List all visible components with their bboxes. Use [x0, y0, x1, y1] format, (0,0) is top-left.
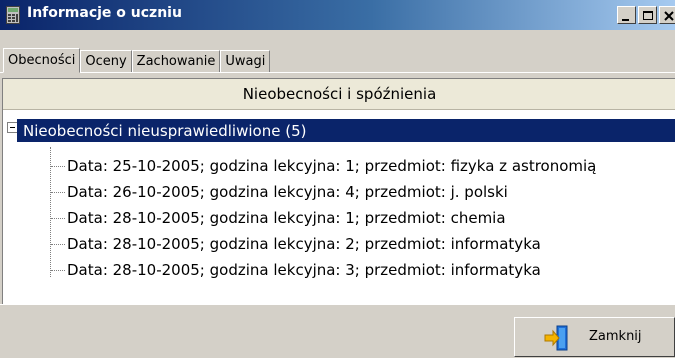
window-controls	[617, 6, 675, 24]
tree-item-label: Data: 25-10-2005; godzina lekcyjna: 1; p…	[67, 157, 597, 175]
tab-panel-border	[0, 72, 675, 73]
close-icon	[664, 11, 674, 21]
close-button-label: Zamknij	[589, 329, 642, 344]
tree-item[interactable]: Data: 28-10-2005; godzina lekcyjna: 2; p…	[51, 233, 541, 255]
tree-item-label: Data: 26-10-2005; godzina lekcyjna: 4; p…	[67, 183, 508, 201]
tree-item-label: Data: 28-10-2005; godzina lekcyjna: 1; p…	[67, 209, 506, 227]
tree-item-label: Data: 28-10-2005; godzina lekcyjna: 2; p…	[67, 235, 541, 253]
calculator-icon	[6, 6, 20, 24]
tree-item[interactable]: Data: 28-10-2005; godzina lekcyjna: 1; p…	[51, 207, 506, 229]
tab-obecnosci[interactable]: Obecności	[3, 48, 81, 73]
minimize-button[interactable]	[617, 6, 636, 24]
tab-oceny[interactable]: Oceny	[80, 50, 132, 72]
tab-uwagi[interactable]: Uwagi	[220, 50, 271, 72]
exit-door-icon	[543, 325, 573, 355]
tree-item[interactable]: Data: 26-10-2005; godzina lekcyjna: 4; p…	[51, 181, 508, 203]
tree-root-label: Nieobecności nieusprawiedliwione (5)	[23, 122, 307, 140]
footer-bar: Zamknij	[0, 304, 675, 358]
close-button[interactable]: Zamknij	[514, 317, 675, 357]
window-title: Informacje o uczniu	[27, 5, 182, 21]
tree-root-node[interactable]: Nieobecności nieusprawiedliwione (5)	[17, 119, 675, 142]
title-bar[interactable]: Informacje o uczniu	[0, 0, 675, 30]
close-window-button[interactable]	[659, 6, 675, 24]
tab-zachowanie[interactable]: Zachowanie	[131, 50, 221, 72]
tree-item[interactable]: Data: 28-10-2005; godzina lekcyjna: 3; p…	[51, 259, 541, 281]
tree-item-label: Data: 28-10-2005; godzina lekcyjna: 3; p…	[67, 261, 541, 279]
maximize-icon	[643, 11, 653, 20]
attendance-panel: Nieobecności i spóźnienia Nieobecności n…	[2, 78, 675, 304]
tree-item[interactable]: Data: 25-10-2005; godzina lekcyjna: 1; p…	[51, 155, 596, 177]
maximize-button[interactable]	[638, 6, 657, 24]
tab-strip: Obecności Oceny Zachowanie Uwagi	[3, 48, 271, 73]
section-header: Nieobecności i spóźnienia	[3, 79, 675, 110]
minimize-icon	[622, 19, 629, 21]
